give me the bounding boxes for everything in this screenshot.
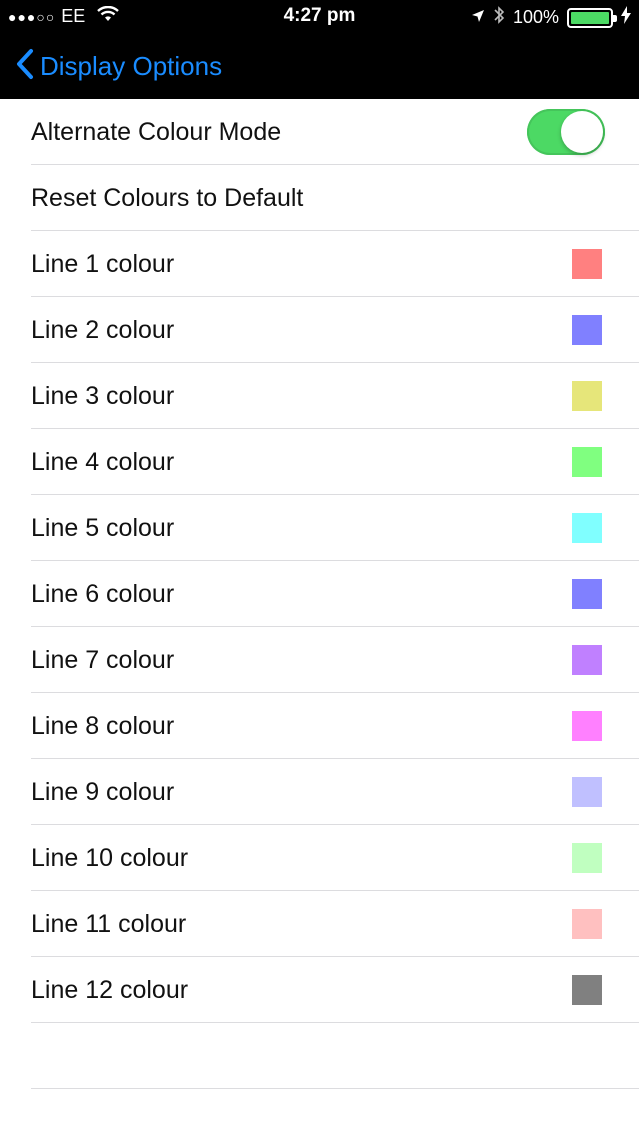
toggle-knob — [561, 111, 603, 153]
line-colour-row-6[interactable]: Line 6 colour — [0, 561, 639, 627]
line-colour-label: Line 4 colour — [31, 447, 175, 476]
empty-row — [0, 1023, 639, 1089]
line-colour-row-2[interactable]: Line 2 colour — [0, 297, 639, 363]
alternate-colour-mode-toggle[interactable] — [527, 109, 605, 155]
line-colour-row-7[interactable]: Line 7 colour — [0, 627, 639, 693]
line-colour-label: Line 2 colour — [31, 315, 175, 344]
line-colour-label: Line 7 colour — [31, 645, 175, 674]
charging-bolt-icon — [621, 6, 631, 29]
colour-swatch[interactable] — [572, 447, 602, 477]
line-colour-row-11[interactable]: Line 11 colour — [0, 891, 639, 957]
line-colour-label: Line 9 colour — [31, 777, 175, 806]
line-colour-label: Line 10 colour — [31, 843, 189, 872]
line-colour-rows: Line 1 colour Line 2 colour Line 3 colour L… — [0, 231, 639, 1023]
bluetooth-icon — [493, 5, 505, 30]
colour-swatch[interactable] — [572, 315, 602, 345]
battery-level — [571, 11, 609, 24]
line-colour-row-10[interactable]: Line 10 colour — [0, 825, 639, 891]
line-colour-label: Line 3 colour — [31, 381, 175, 410]
colour-swatch[interactable] — [572, 975, 602, 1005]
line-colour-label: Line 11 colour — [31, 909, 187, 938]
line-colour-row-9[interactable]: Line 9 colour — [0, 759, 639, 825]
alternate-colour-mode-label: Alternate Colour Mode — [31, 117, 282, 146]
colour-swatch[interactable] — [572, 513, 602, 543]
settings-list: Alternate Colour Mode Reset Colours to D… — [0, 99, 639, 1089]
navigation-bar: Display Options — [0, 34, 639, 99]
line-colour-label: Line 5 colour — [31, 513, 175, 542]
alternate-colour-mode-row: Alternate Colour Mode — [0, 99, 639, 165]
status-right: 100% — [471, 5, 631, 30]
chevron-left-icon — [16, 48, 34, 85]
colour-swatch[interactable] — [572, 909, 602, 939]
line-colour-row-5[interactable]: Line 5 colour — [0, 495, 639, 561]
status-bar: ●●●○○ EE 4:27 pm 100% — [0, 0, 639, 34]
line-colour-row-4[interactable]: Line 4 colour — [0, 429, 639, 495]
battery-tip — [613, 14, 617, 22]
battery-percentage: 100% — [512, 7, 559, 27]
line-colour-row-8[interactable]: Line 8 colour — [0, 693, 639, 759]
line-colour-label: Line 12 colour — [31, 975, 189, 1004]
colour-swatch[interactable] — [572, 645, 602, 675]
location-arrow-icon — [471, 7, 485, 28]
reset-colours-row[interactable]: Reset Colours to Default — [0, 165, 639, 231]
colour-swatch[interactable] — [572, 711, 602, 741]
reset-colours-label: Reset Colours to Default — [31, 183, 304, 212]
colour-swatch[interactable] — [572, 249, 602, 279]
battery-icon — [567, 7, 617, 28]
back-button[interactable]: Display Options — [16, 48, 222, 85]
line-colour-label: Line 1 colour — [31, 249, 175, 278]
colour-swatch[interactable] — [572, 579, 602, 609]
line-colour-label: Line 6 colour — [31, 579, 175, 608]
colour-swatch[interactable] — [572, 843, 602, 873]
header: ●●●○○ EE 4:27 pm 100% Display Options — [0, 0, 639, 99]
back-label: Display Options — [40, 51, 223, 81]
line-colour-row-3[interactable]: Line 3 colour — [0, 363, 639, 429]
line-colour-row-1[interactable]: Line 1 colour — [0, 231, 639, 297]
colour-swatch[interactable] — [572, 777, 602, 807]
colour-swatch[interactable] — [572, 381, 602, 411]
line-colour-label: Line 8 colour — [31, 711, 175, 740]
line-colour-row-12[interactable]: Line 12 colour — [0, 957, 639, 1023]
